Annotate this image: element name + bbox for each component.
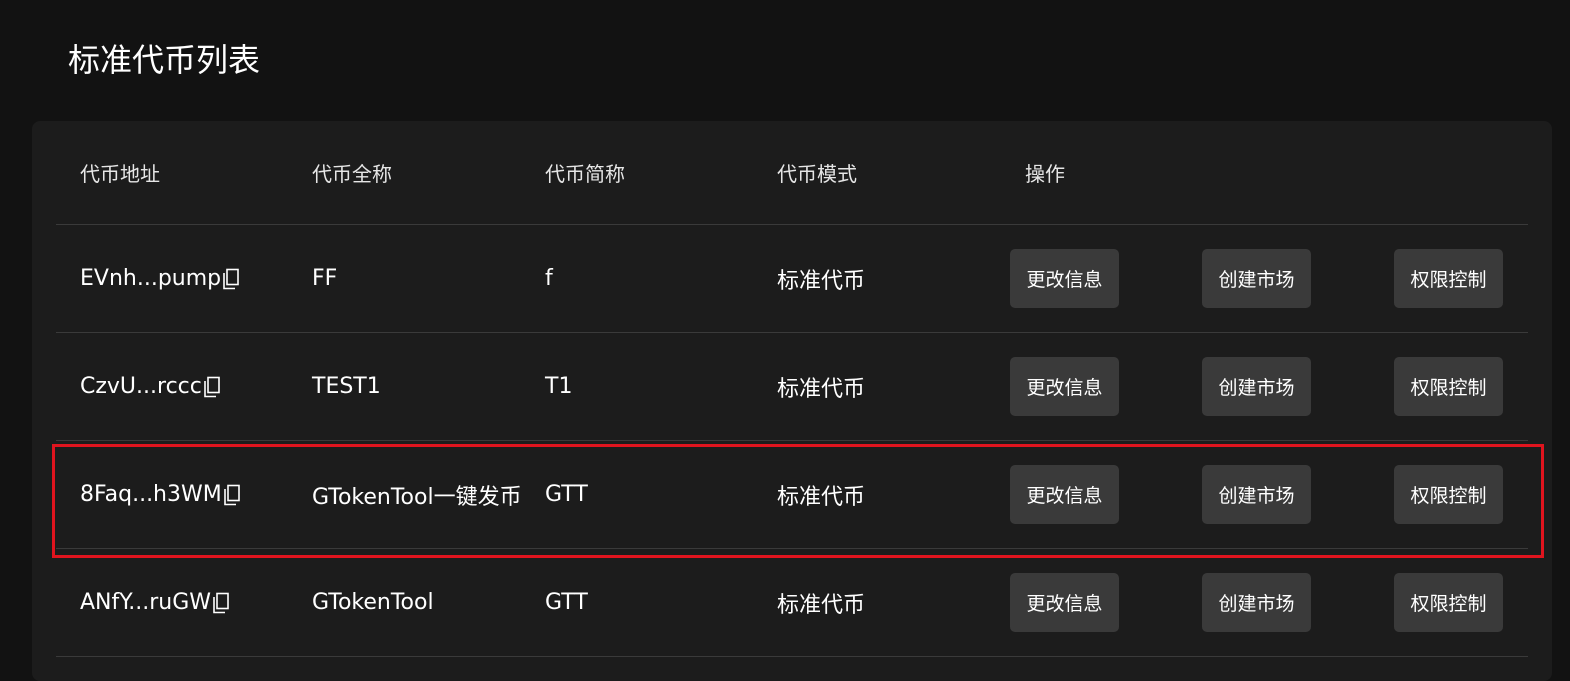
create-market-button[interactable]: 创建市场 xyxy=(1202,465,1311,524)
edit-info-button[interactable]: 更改信息 xyxy=(1010,249,1119,308)
token-mode: 标准代币 xyxy=(777,376,866,402)
token-address-text: ANfY...ruGW xyxy=(80,590,212,615)
token-mode: 标准代币 xyxy=(777,484,866,510)
table-row: EVnh...pump FF f 标准代币 更改信息 创建市场 权限控制 xyxy=(56,225,1528,333)
token-list-card: 代币地址 代币全称 代币简称 代币模式 操作 EVnh...pump FF f … xyxy=(32,121,1552,681)
token-address: CzvU...rccc xyxy=(80,333,221,440)
token-table: 代币地址 代币全称 代币简称 代币模式 操作 EVnh...pump FF f … xyxy=(56,121,1528,657)
token-name: TEST1 xyxy=(312,374,381,399)
copy-icon[interactable] xyxy=(212,592,230,614)
token-symbol: T1 xyxy=(545,374,573,399)
table-row: 8Faq...h3WM GTokenTool一键发币 GTT 标准代币 更改信息… xyxy=(56,441,1528,549)
permission-control-button[interactable]: 权限控制 xyxy=(1394,357,1503,416)
token-mode: 标准代币 xyxy=(777,592,866,618)
token-symbol: GTT xyxy=(545,482,588,507)
create-market-button[interactable]: 创建市场 xyxy=(1202,249,1311,308)
table-row: ANfY...ruGW GTokenTool GTT 标准代币 更改信息 创建市… xyxy=(56,549,1528,657)
token-name: GTokenTool xyxy=(312,590,434,615)
edit-info-button[interactable]: 更改信息 xyxy=(1010,357,1119,416)
copy-icon[interactable] xyxy=(203,376,221,398)
edit-info-button[interactable]: 更改信息 xyxy=(1010,573,1119,632)
column-header-symbol: 代币简称 xyxy=(545,162,625,186)
copy-icon[interactable] xyxy=(222,268,240,290)
edit-info-button[interactable]: 更改信息 xyxy=(1010,465,1119,524)
permission-control-button[interactable]: 权限控制 xyxy=(1394,573,1503,632)
token-address: ANfY...ruGW xyxy=(80,549,230,656)
permission-control-button[interactable]: 权限控制 xyxy=(1394,465,1503,524)
token-mode: 标准代币 xyxy=(777,268,866,294)
token-symbol: GTT xyxy=(545,590,588,615)
token-address: EVnh...pump xyxy=(80,225,240,332)
token-name: FF xyxy=(312,266,338,291)
token-address-text: CzvU...rccc xyxy=(80,374,202,399)
copy-icon[interactable] xyxy=(223,484,241,506)
column-header-mode: 代币模式 xyxy=(777,162,857,186)
token-address-text: EVnh...pump xyxy=(80,266,222,291)
column-header-actions: 操作 xyxy=(1025,162,1065,186)
token-name: GTokenTool一键发币 xyxy=(312,484,522,510)
column-header-address: 代币地址 xyxy=(80,162,160,186)
column-header-name: 代币全称 xyxy=(312,162,392,186)
create-market-button[interactable]: 创建市场 xyxy=(1202,357,1311,416)
table-row: CzvU...rccc TEST1 T1 标准代币 更改信息 创建市场 权限控制 xyxy=(56,333,1528,441)
token-symbol: f xyxy=(545,266,553,291)
table-header: 代币地址 代币全称 代币简称 代币模式 操作 xyxy=(56,121,1528,225)
create-market-button[interactable]: 创建市场 xyxy=(1202,573,1311,632)
token-address-text: 8Faq...h3WM xyxy=(80,482,222,507)
token-address: 8Faq...h3WM xyxy=(80,441,241,548)
permission-control-button[interactable]: 权限控制 xyxy=(1394,249,1503,308)
page-title: 标准代币列表 xyxy=(68,41,261,79)
